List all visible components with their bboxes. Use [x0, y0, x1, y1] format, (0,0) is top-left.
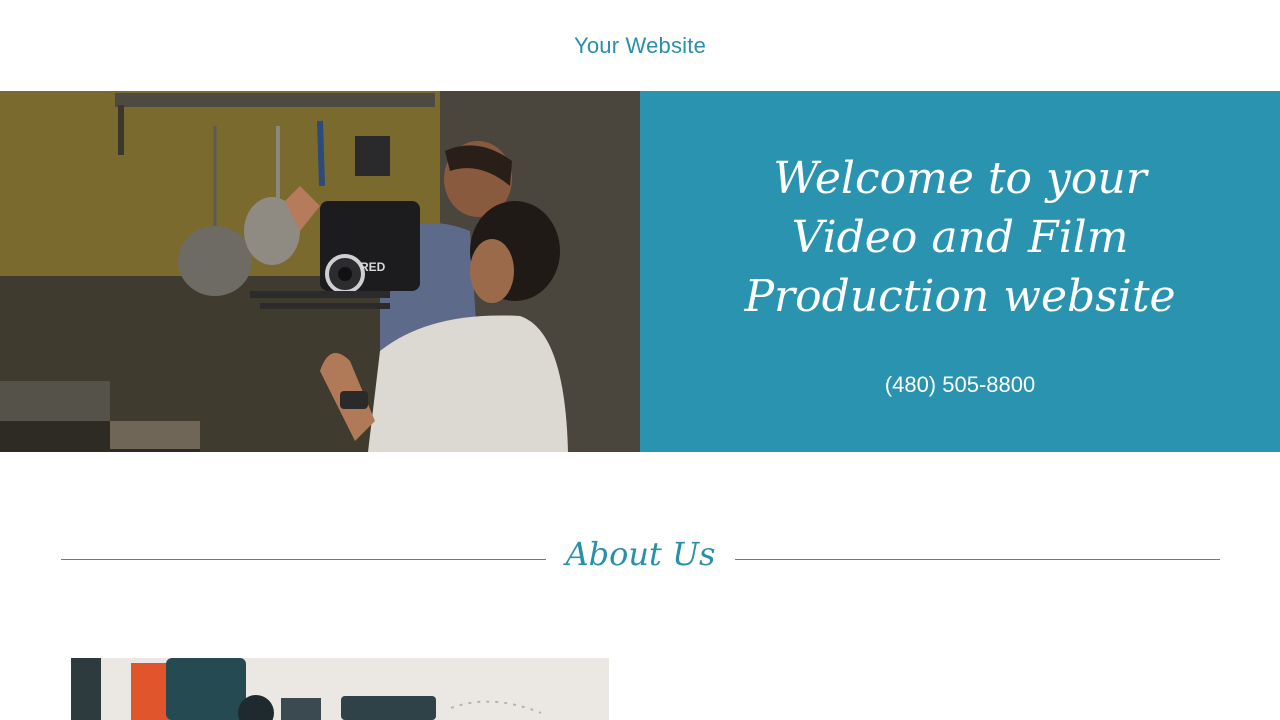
hero-section: RED Welcome to your Video and Film Produ… [0, 91, 1280, 452]
heading-divider-right [735, 558, 1221, 560]
hero-text-panel: Welcome to your Video and Film Productio… [640, 91, 1280, 452]
about-heading-row: About Us [61, 534, 1221, 574]
camera-brand-text: RED [360, 260, 386, 274]
heading-divider-left [61, 558, 546, 560]
site-header: Your Website [0, 0, 1280, 91]
hero-photo-illustration: RED [0, 91, 640, 452]
phone-link[interactable]: (480) 505-8800 [885, 372, 1035, 398]
about-image [71, 658, 609, 720]
about-photo-illustration [71, 658, 609, 720]
about-section: About Us [0, 452, 1280, 720]
hero-image: RED [0, 91, 640, 452]
hero-heading: Welcome to your Video and Film Productio… [744, 153, 1176, 322]
site-title-link[interactable]: Your Website [574, 33, 706, 59]
about-heading: About Us [565, 535, 716, 573]
